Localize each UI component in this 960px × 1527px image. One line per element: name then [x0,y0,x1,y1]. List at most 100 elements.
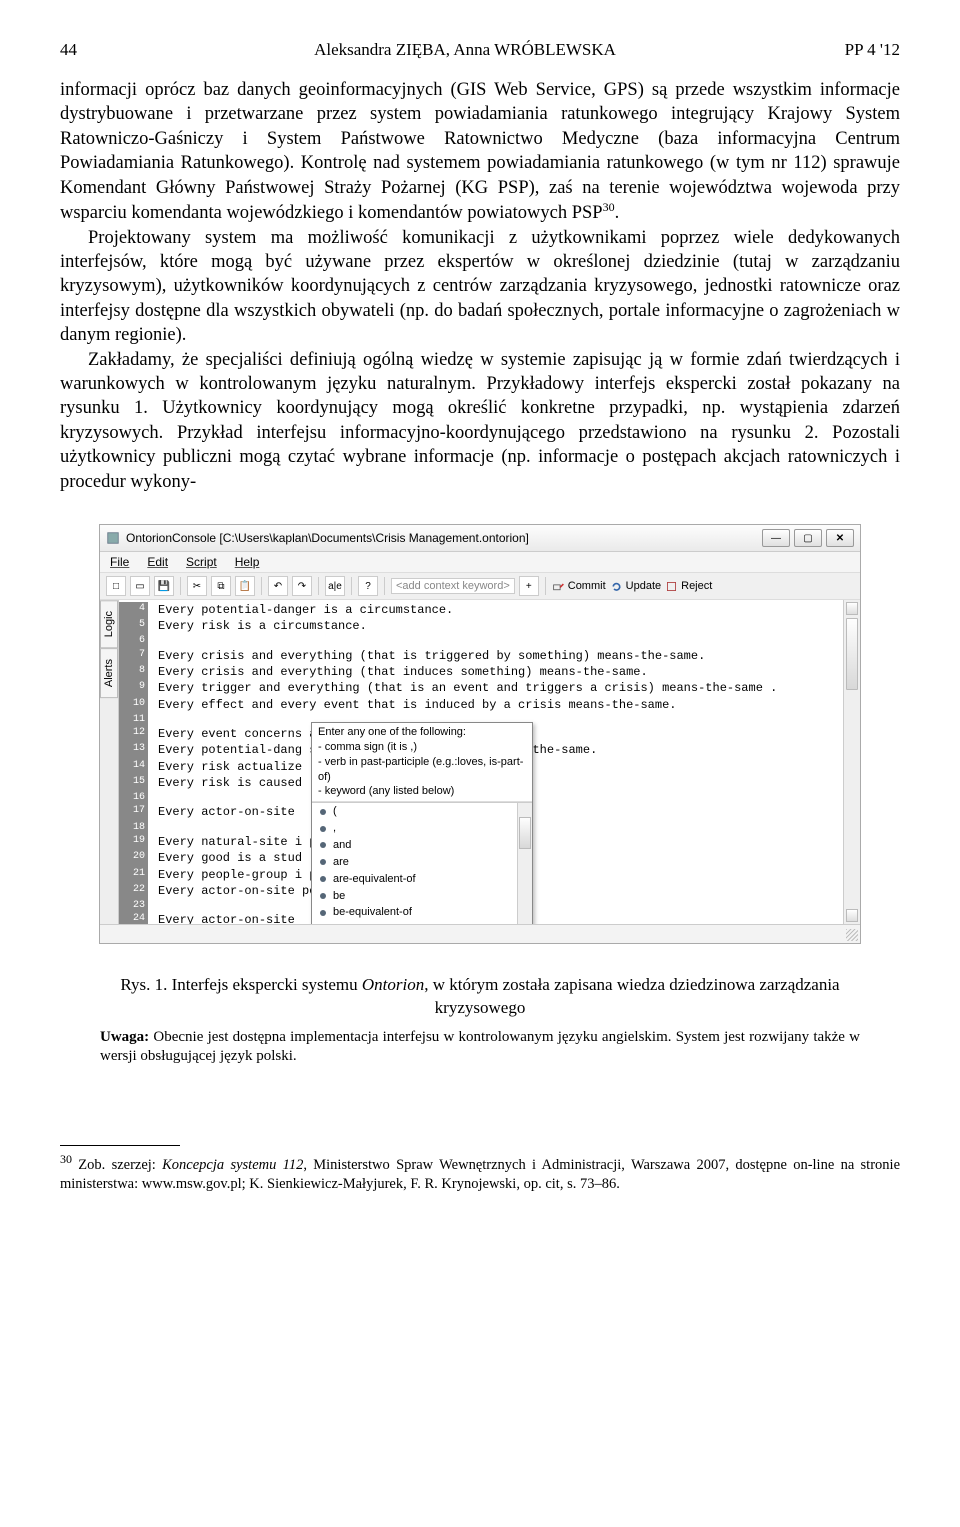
menu-help[interactable]: Help [235,555,260,569]
popup-item[interactable]: and [312,837,532,854]
context-keyword-input[interactable]: <add context keyword> [391,578,515,594]
commit-button[interactable]: Commit [552,580,606,593]
line-number: 19 [119,834,148,850]
separator [351,577,352,595]
editor[interactable]: 4 Every potential-danger is a circumstanc… [119,600,860,924]
ontorion-window: OntorionConsole [C:\Users\kaplan\Documen… [99,524,861,944]
bullet-icon [318,807,328,817]
popup-item-label: are-equivalent-of [333,872,416,887]
paste-icon[interactable]: 📋 [235,576,255,596]
line-number: 24 [119,912,148,924]
code-line[interactable]: 6 [119,634,860,648]
code-text: Every risk actualize [158,759,302,775]
line-number: 16 [119,791,148,805]
undo-icon[interactable]: ↶ [268,576,288,596]
page-header: 44 Aleksandra ZIĘBA, Anna WRÓBLEWSKA PP … [60,40,900,60]
para2: Projektowany system ma możliwość komunik… [60,226,900,348]
help-icon[interactable]: ? [358,576,378,596]
bullet-icon [318,857,328,867]
vertical-scrollbar[interactable] [843,600,860,924]
statusbar [100,924,860,943]
app-icon [106,531,120,545]
update-icon [610,580,623,593]
line-number: 5 [119,618,148,634]
popup-item[interactable]: ( [312,803,532,820]
code-line[interactable]: 10 Every effect and every event that is i… [119,697,860,713]
cut-icon[interactable]: ✂ [187,576,207,596]
scroll-thumb[interactable] [846,618,858,690]
new-icon[interactable]: □ [106,576,126,596]
separator [318,577,319,595]
separator [384,577,385,595]
popup-hint: Enter any one of the following: - comma … [312,723,532,802]
menubar: File Edit Script Help [100,552,860,573]
para3: Zakładamy, że specjaliści definiują ogól… [60,348,900,494]
copy-icon[interactable]: ⧉ [211,576,231,596]
popup-item[interactable]: be-equivalent-of [312,904,532,921]
menu-script[interactable]: Script [186,555,217,569]
line-number: 11 [119,713,148,727]
popup-item[interactable]: , [312,820,532,837]
open-icon[interactable]: ▭ [130,576,150,596]
update-button[interactable]: Update [610,580,661,593]
code-line[interactable]: 7 Every crisis and everything (that is tr… [119,648,860,664]
code-text: Every potential-danger is a circumstance… [158,602,453,618]
para1: informacji oprócz baz danych geoinformac… [60,78,900,226]
close-button[interactable]: ✕ [826,529,854,547]
toolbar: □ ▭ 💾 ✂ ⧉ 📋 ↶ ↷ a|e ? <add context keywo… [100,573,860,600]
footnote-rule [60,1145,180,1146]
code-line[interactable]: 9Every trigger and everything (that is a… [119,680,860,696]
side-tab-logic[interactable]: Logic [100,600,118,648]
minimize-button[interactable]: — [762,529,790,547]
line-number: 6 [119,634,148,648]
menu-file[interactable]: File [110,555,129,569]
code-line[interactable]: 5Every risk is a circumstance. [119,618,860,634]
code-line[interactable]: 4 Every potential-danger is a circumstanc… [119,602,860,618]
code-text: Every risk is caused [158,775,302,791]
autocomplete-popup: Enter any one of the following: - comma … [311,722,533,924]
code-text: Every crisis and everything (that is tri… [158,648,705,664]
maximize-button[interactable]: ▢ [794,529,822,547]
line-number: 18 [119,821,148,835]
popup-item[interactable]: are-equivalent-of [312,871,532,888]
add-icon[interactable]: + [519,576,539,596]
popup-item-label: are [333,855,349,870]
commit-icon [552,580,565,593]
popup-item-label: , [333,821,336,836]
font-icon[interactable]: a|e [325,576,345,596]
page-number: 44 [60,40,120,60]
line-number: 17 [119,804,148,820]
popup-scroll-thumb[interactable] [519,817,531,849]
figure-note: Uwaga: Obecnie jest dostępna implementac… [100,1028,860,1067]
popup-scrollbar[interactable] [517,803,532,924]
code-text: Every effect and every event that is ind… [158,697,676,713]
save-icon[interactable]: 💾 [154,576,174,596]
reject-button[interactable]: Reject [665,580,712,593]
line-number: 10 [119,697,148,713]
bullet-icon [318,908,328,918]
popup-item-label: be-equivalent-of [333,905,412,920]
titlebar: OntorionConsole [C:\Users\kaplan\Documen… [100,525,860,552]
popup-item[interactable]: are [312,854,532,871]
line-number: 13 [119,742,148,758]
popup-item-label: and [333,838,351,853]
code-text: Every crisis and everything (that induce… [158,664,648,680]
line-number: 4 [119,602,148,618]
redo-icon[interactable]: ↷ [292,576,312,596]
resize-grip-icon[interactable] [846,929,858,941]
code-line[interactable]: 8Every crisis and everything (that induc… [119,664,860,680]
line-number: 12 [119,726,148,742]
bullet-icon [318,874,328,884]
line-number: 22 [119,883,148,899]
side-tabs: Logic Alerts [100,600,119,924]
separator [180,577,181,595]
popup-item[interactable]: be [312,888,532,905]
page-issue: PP 4 '12 [810,40,900,60]
menu-edit[interactable]: Edit [147,555,168,569]
line-number: 7 [119,648,148,664]
bullet-icon [318,824,328,834]
side-tab-alerts[interactable]: Alerts [100,648,118,698]
line-number: 15 [119,775,148,791]
bullet-icon [318,840,328,850]
code-text: Every trigger and everything (that is an… [158,680,777,696]
